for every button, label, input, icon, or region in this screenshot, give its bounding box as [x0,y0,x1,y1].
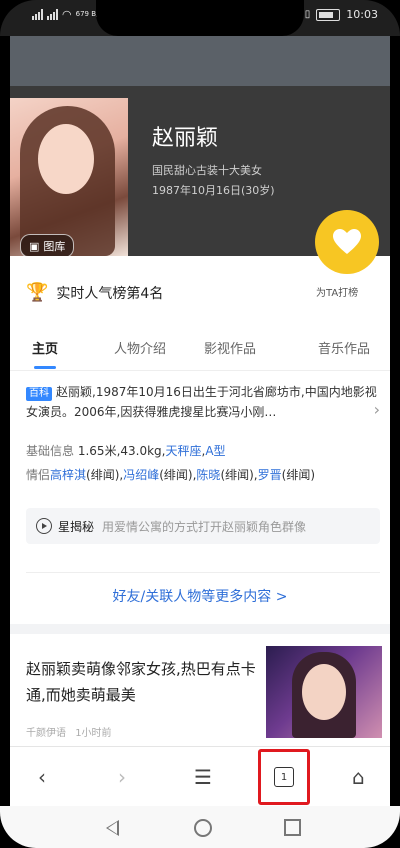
tabs-icon: 1 [274,767,294,787]
relation-link-4[interactable]: 罗晋 [258,468,282,482]
basic-info-label: 基础信息 [26,444,75,458]
browser-toolbar: ‹ › ☰ 1 ⌂ [10,746,390,807]
relation-note-2: (绯闻), [159,468,197,482]
baike-summary[interactable]: 百科 赵丽颖,1987年10月16日出生于河北省廊坊市,中国内地影视女演员。200… [26,382,380,422]
tab-intro[interactable]: 人物介绍 [114,338,166,357]
news-item[interactable]: 赵丽颖卖萌像邻家女孩,热巴有点卡通,而她卖萌最美 千颜伊语 1小时前 [10,634,390,754]
vote-button[interactable] [315,210,379,274]
forward-icon[interactable]: › [118,765,126,789]
system-back-icon[interactable] [106,820,119,836]
constellation-link[interactable]: 天秤座 [165,444,201,458]
status-bar: ◠ 679 B/s ▯ 10:03 [0,0,400,36]
system-navigation-bar [0,806,400,848]
profile-photo[interactable]: ▣ 图库 [10,98,128,258]
play-icon [36,518,52,534]
relation-link-2[interactable]: 冯绍峰 [123,468,159,482]
news-source: 千颜伊语 [26,728,66,739]
heart-icon [333,229,361,254]
summary-text: 赵丽颖,1987年10月16日出生于河北省廊坊市,中国内地影视女演员。2006年… [26,385,377,419]
image-icon: ▣ [29,239,40,253]
chevron-right-icon: › [373,400,380,419]
thumb-face [302,664,346,720]
person-birth: 1987年10月16日(30岁) [152,184,275,197]
system-home-icon[interactable] [194,819,212,837]
vibrate-icon: ▯ [304,9,311,20]
tabs-divider [10,370,390,371]
browser-top-bar [10,36,390,86]
menu-icon[interactable]: ☰ [194,765,212,789]
star-reveal-text: 用爱情公寓的方式打开赵丽颖角色群像 [102,519,307,534]
gallery-label: 图库 [43,240,66,253]
baike-badge: 百科 [26,387,52,401]
gallery-button[interactable]: ▣ 图库 [20,234,75,258]
section-gap [10,624,390,634]
basic-info-value: 1.65米,43.0kg, [77,444,166,458]
signal-icon-2 [47,9,58,20]
profile-tabs: 主页 人物介绍 影视作品 音乐作品 [10,330,390,370]
relation-link-1[interactable]: 高梓淇 [50,468,86,482]
signal-icon [32,9,43,20]
phone-frame: ◠ 679 B/s ▯ 10:03 ▣ 图库 赵丽颖 国民甜心古装十大美女 19… [0,0,400,848]
battery-icon [316,8,341,21]
star-reveal-banner[interactable]: 星揭秘 用爱情公寓的方式打开赵丽颖角色群像 [26,508,380,544]
camera-notch [96,0,304,36]
rank-text: 实时人气榜第4名 [56,285,164,302]
back-icon[interactable]: ‹ [38,765,46,789]
news-thumbnail [266,646,382,738]
active-tab-indicator [34,366,56,369]
more-divider [26,572,380,573]
relations-label: 情侣 [26,468,51,482]
person-tagline: 国民甜心古装十大美女 [152,164,262,177]
person-name: 赵丽颖 [152,125,219,150]
tab-count: 1 [280,771,288,783]
trophy-icon: 🏆 [26,282,49,303]
vote-label: 为TA打榜 [316,288,359,299]
star-reveal-label: 星揭秘 [58,519,95,534]
relation-note-1: (绯闻), [86,468,124,482]
basic-info: 基础信息 1.65米,43.0kg,天秤座,A型 [26,442,226,459]
more-related-link[interactable]: 好友/关联人物等更多内容 > [10,586,390,606]
relation-link-3[interactable]: 陈晓 [196,468,220,482]
blood-type-link[interactable]: A型 [205,444,225,458]
tab-films[interactable]: 影视作品 [204,338,256,357]
relation-note-3: (绯闻), [220,468,258,482]
status-right: ▯ 10:03 [305,8,378,21]
status-left: ◠ 679 B/s [32,8,102,21]
photo-face [38,124,94,194]
news-meta: 千颜伊语 1小时前 [26,724,112,739]
wifi-icon: ◠ [62,8,72,21]
news-time: 1小时前 [75,728,112,739]
page-content[interactable]: ▣ 图库 赵丽颖 国民甜心古装十大美女 1987年10月16日(30岁) 为TA… [10,86,390,806]
home-icon[interactable]: ⌂ [352,765,365,789]
system-recents-icon[interactable] [284,819,301,836]
clock: 10:03 [346,8,378,21]
tab-home[interactable]: 主页 [32,338,58,357]
tab-music[interactable]: 音乐作品 [318,338,370,357]
relation-note-4: (绯闻) [281,468,316,482]
news-title: 赵丽颖卖萌像邻家女孩,热巴有点卡通,而她卖萌最美 [26,660,256,704]
popularity-rank[interactable]: 🏆 实时人气榜第4名 [26,282,163,303]
tabs-button[interactable]: 1 [258,749,310,805]
relations: 情侣高梓淇(绯闻),冯绍峰(绯闻),陈晓(绯闻),罗晋(绯闻) [26,466,315,483]
